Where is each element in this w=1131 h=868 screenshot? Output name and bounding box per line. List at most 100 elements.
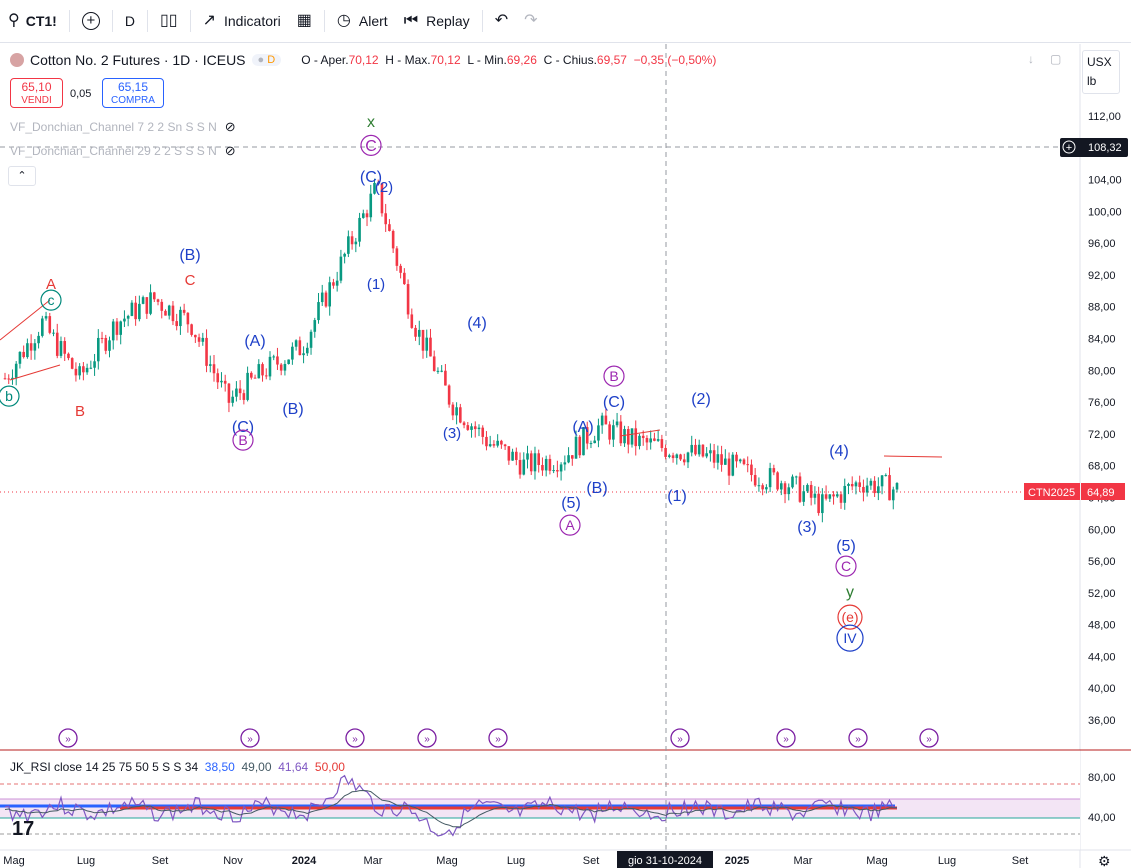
candle-body (250, 372, 253, 378)
candle-body (500, 440, 503, 445)
buy-button[interactable]: 65,15 COMPRA (102, 78, 164, 108)
candle-body (111, 321, 115, 341)
forward-arrow-icon: » (352, 734, 358, 745)
sell-button[interactable]: 65,10 VENDI (10, 78, 63, 108)
candle-body (220, 380, 223, 383)
candle-body (787, 487, 791, 495)
candle-body (328, 282, 332, 307)
candle-body (361, 213, 365, 218)
ohlc-values: O - Aper.70,12 H - Max.70,12 L - Min.69,… (301, 53, 716, 67)
forward-arrow-icon: » (247, 734, 253, 745)
redo-button[interactable]: ↷ (516, 0, 545, 42)
price-tick: 92,00 (1088, 270, 1116, 282)
candle-body (175, 321, 178, 327)
candle-body (813, 493, 817, 498)
divider (146, 10, 148, 32)
time-tick: Mag (3, 855, 24, 867)
wave-label: (3) (443, 425, 461, 442)
interval-label: D (124, 13, 135, 29)
candle-body (746, 464, 750, 466)
candle-body (619, 421, 623, 444)
chart-canvas[interactable]: xC(C)(2)(1)(B)CAcbB(A)(C)B(B)(4)(3) (A)(5… (0, 44, 1131, 868)
crosshair-price-label: + 108,32 (1060, 138, 1128, 157)
candle-body (716, 454, 720, 463)
wave-label: (4) (467, 315, 487, 332)
wave-label: B (609, 368, 618, 384)
candle-body (70, 358, 74, 369)
time-tick: Mag (436, 855, 457, 867)
candle-body (750, 464, 753, 476)
divider (111, 10, 113, 32)
rsi-value-1: 38,50 (204, 760, 235, 774)
tradingview-logo-icon: 17 (12, 818, 34, 840)
eye-hidden-icon[interactable]: ⊘ (225, 143, 236, 159)
close-label: C - Chius. (543, 53, 597, 67)
currency-sub: lb (1087, 74, 1097, 88)
layouts-button[interactable]: ▦ (289, 0, 320, 42)
candle-body (515, 451, 518, 460)
alert-button[interactable]: ◷ Alert (329, 0, 396, 42)
wave-label: C (185, 272, 196, 289)
forward-arrow-icon: » (855, 734, 861, 745)
fullscreen-icon[interactable]: ▢ (1050, 52, 1061, 66)
compare-button[interactable]: + (74, 0, 108, 42)
price-tick: 112,00 (1088, 111, 1121, 123)
wave-label: b (5, 388, 13, 404)
wave-label: (5) (836, 538, 856, 555)
candle-body (884, 475, 888, 477)
last-symbol: CTN2025 (1028, 487, 1075, 499)
candle-body (354, 241, 358, 245)
currency-selector[interactable]: USX lb (1082, 50, 1120, 94)
collapse-legend-button[interactable]: ⌃ (8, 166, 36, 186)
wave-label: (3) (797, 519, 817, 536)
indicator-legend-2[interactable]: VF_Donchian_Channel 29 2 2 S S S N ⊘ (10, 143, 236, 159)
candle-body (18, 351, 22, 364)
search-icon: ⚲ (8, 12, 20, 29)
candle-body (197, 337, 201, 342)
wave-label: (1) (367, 276, 385, 293)
candle-body (444, 370, 447, 386)
wave-label: IV (843, 630, 857, 646)
candle-body (835, 494, 839, 497)
candle-body (626, 429, 630, 445)
wave-label: (5) (561, 495, 581, 512)
undo-button[interactable]: ↶ (487, 0, 516, 42)
wave-label: y (846, 584, 854, 601)
candle-body (701, 444, 705, 457)
candle-body (600, 415, 604, 426)
candle-body (395, 248, 399, 266)
price-tick: 52,00 (1088, 588, 1116, 600)
open-label: O - Aper. (301, 53, 349, 67)
candle-body (671, 455, 675, 459)
indicators-button[interactable]: ↗ Indicatori (195, 0, 289, 42)
candle-body (496, 440, 499, 446)
gear-icon[interactable]: ⚙ (1098, 853, 1111, 868)
candle-body (3, 378, 7, 380)
symbol-search[interactable]: ⚲ CT1! (0, 0, 65, 42)
close-value: 69,57 (596, 53, 627, 67)
candle-body (26, 343, 29, 358)
candle-body (768, 468, 772, 488)
replay-button[interactable]: ⏮ Replay (396, 0, 478, 42)
candle-body (537, 453, 541, 466)
candle-body (772, 468, 776, 473)
arrow-down-icon[interactable]: ↓ (1028, 52, 1034, 66)
time-tick: Lug (507, 855, 525, 867)
indicator-legend-1[interactable]: VF_Donchian_Channel 7 2 2 Sn S S N ⊘ (10, 119, 236, 135)
candle-body (138, 303, 141, 320)
candle-body (238, 388, 242, 394)
time-tick: Set (152, 855, 169, 867)
interval-button[interactable]: D (117, 0, 143, 42)
candle-body (63, 341, 67, 354)
candle-body (52, 332, 55, 334)
wave-label: A (565, 517, 575, 533)
mode-badge: ● D (251, 54, 282, 66)
candle-body (335, 280, 339, 286)
chart-type-button[interactable]: ▯▯ (152, 0, 186, 42)
candle-body (753, 475, 757, 486)
candle-body (802, 491, 805, 502)
candle-body (78, 366, 81, 376)
eye-hidden-icon[interactable]: ⊘ (225, 119, 236, 135)
candle-body (313, 320, 317, 332)
candle-body (287, 359, 290, 364)
